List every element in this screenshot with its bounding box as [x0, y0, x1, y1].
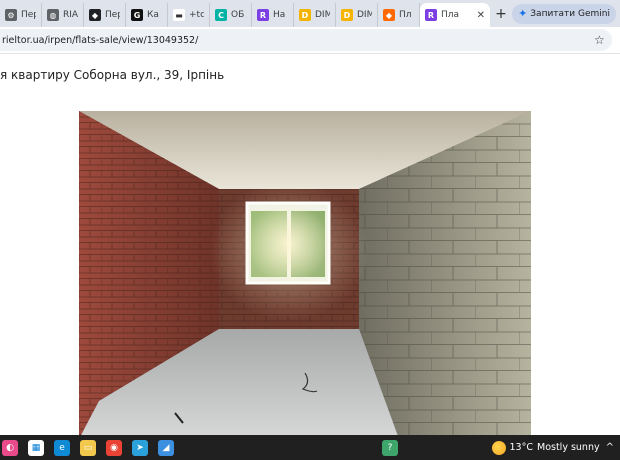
tab-title: На	[273, 10, 286, 20]
copilot-icon[interactable]: ◐	[2, 439, 18, 456]
gemini-label: Запитати Gemini	[530, 8, 610, 19]
tab-6[interactable]: R На	[252, 3, 294, 27]
gemini-button[interactable]: ✦ Запитати Gemini	[512, 3, 616, 24]
toolbar: rieltor.ua/irpen/flats-sale/view/1304935…	[0, 27, 620, 54]
tab-favicon-icon: ◆	[89, 9, 101, 21]
tab-0[interactable]: ⚙ Пер	[0, 3, 42, 27]
tab-strip: ⚙ Пер ◍ RIA ◆ Пер G Ка ▬ +tc C ОБ R На D DIM D DIM ◆ Пл R Пла…	[0, 0, 620, 27]
room-photo-illustration	[79, 111, 531, 435]
tab-favicon-icon: C	[215, 9, 227, 21]
tab-2[interactable]: ◆ Пер	[84, 3, 126, 27]
sun-icon	[491, 440, 506, 455]
tab-9[interactable]: ◆ Пл	[378, 3, 420, 27]
tab-favicon-icon: D	[299, 9, 311, 21]
tab-favicon-icon: ◆	[383, 9, 395, 21]
tab-4[interactable]: ▬ +tc	[168, 3, 210, 27]
tab-title: Пла	[441, 10, 460, 20]
listing-photo[interactable]	[79, 111, 531, 435]
telegram-icon[interactable]: ➤	[132, 439, 148, 456]
tab-title: Пер	[105, 10, 120, 20]
tab-favicon-icon: ⚙	[5, 9, 17, 21]
tab-title: Пл	[399, 10, 412, 20]
weather-widget[interactable]: 13°C Mostly sunny	[491, 440, 600, 455]
tab-title: Пер	[21, 10, 36, 20]
weather-temp: 13°C	[509, 442, 533, 453]
tab-title: DIM	[315, 10, 330, 20]
tab-close-icon[interactable]: ✕	[477, 10, 485, 21]
page-content: я квартиру Соборна вул., 39, Ірпінь	[0, 54, 620, 435]
tab-title: +tc	[189, 10, 204, 20]
tab-favicon-icon: R	[425, 9, 437, 21]
file-explorer-icon[interactable]: ▭	[80, 439, 96, 456]
edge-icon[interactable]: e	[54, 439, 70, 456]
new-tab-button[interactable]: +	[490, 6, 512, 22]
tab-title: ОБ	[231, 10, 245, 20]
tab-favicon-icon: ▬	[173, 9, 185, 21]
tab-8[interactable]: D DIM	[336, 3, 378, 27]
tab-7[interactable]: D DIM	[294, 3, 336, 27]
tab-favicon-icon: R	[257, 9, 269, 21]
tab-1[interactable]: ◍ RIA	[42, 3, 84, 27]
tab-title: Ка	[147, 10, 159, 20]
taskbar: ◐ ▦ e ▭ ◉ ➤ ◢? 13°C Mostly sunny ^	[0, 435, 620, 460]
chrome-icon[interactable]: ◉	[106, 439, 122, 456]
help-icon[interactable]: ?	[382, 439, 398, 456]
bookmark-star-icon[interactable]: ☆	[594, 33, 612, 47]
url-text: rieltor.ua/irpen/flats-sale/view/1304935…	[2, 34, 199, 46]
tab-5[interactable]: C ОБ	[210, 3, 252, 27]
gemini-star-icon: ✦	[518, 7, 528, 20]
address-bar[interactable]: rieltor.ua/irpen/flats-sale/view/1304935…	[0, 29, 612, 51]
tab-3[interactable]: G Ка	[126, 3, 168, 27]
tab-title: DIM	[357, 10, 372, 20]
store-icon[interactable]: ▦	[28, 439, 44, 456]
app-icon[interactable]: ◢	[158, 439, 174, 456]
tab-title: RIA	[63, 10, 78, 20]
tab-favicon-icon: G	[131, 9, 143, 21]
page-title: я квартиру Соборна вул., 39, Ірпінь	[0, 68, 225, 82]
tab-favicon-icon: D	[341, 9, 353, 21]
tab-active[interactable]: R Пла ✕	[420, 3, 490, 27]
tab-favicon-icon: ◍	[47, 9, 59, 21]
tray-chevron-icon[interactable]: ^	[606, 442, 614, 453]
weather-desc: Mostly sunny	[537, 442, 600, 453]
